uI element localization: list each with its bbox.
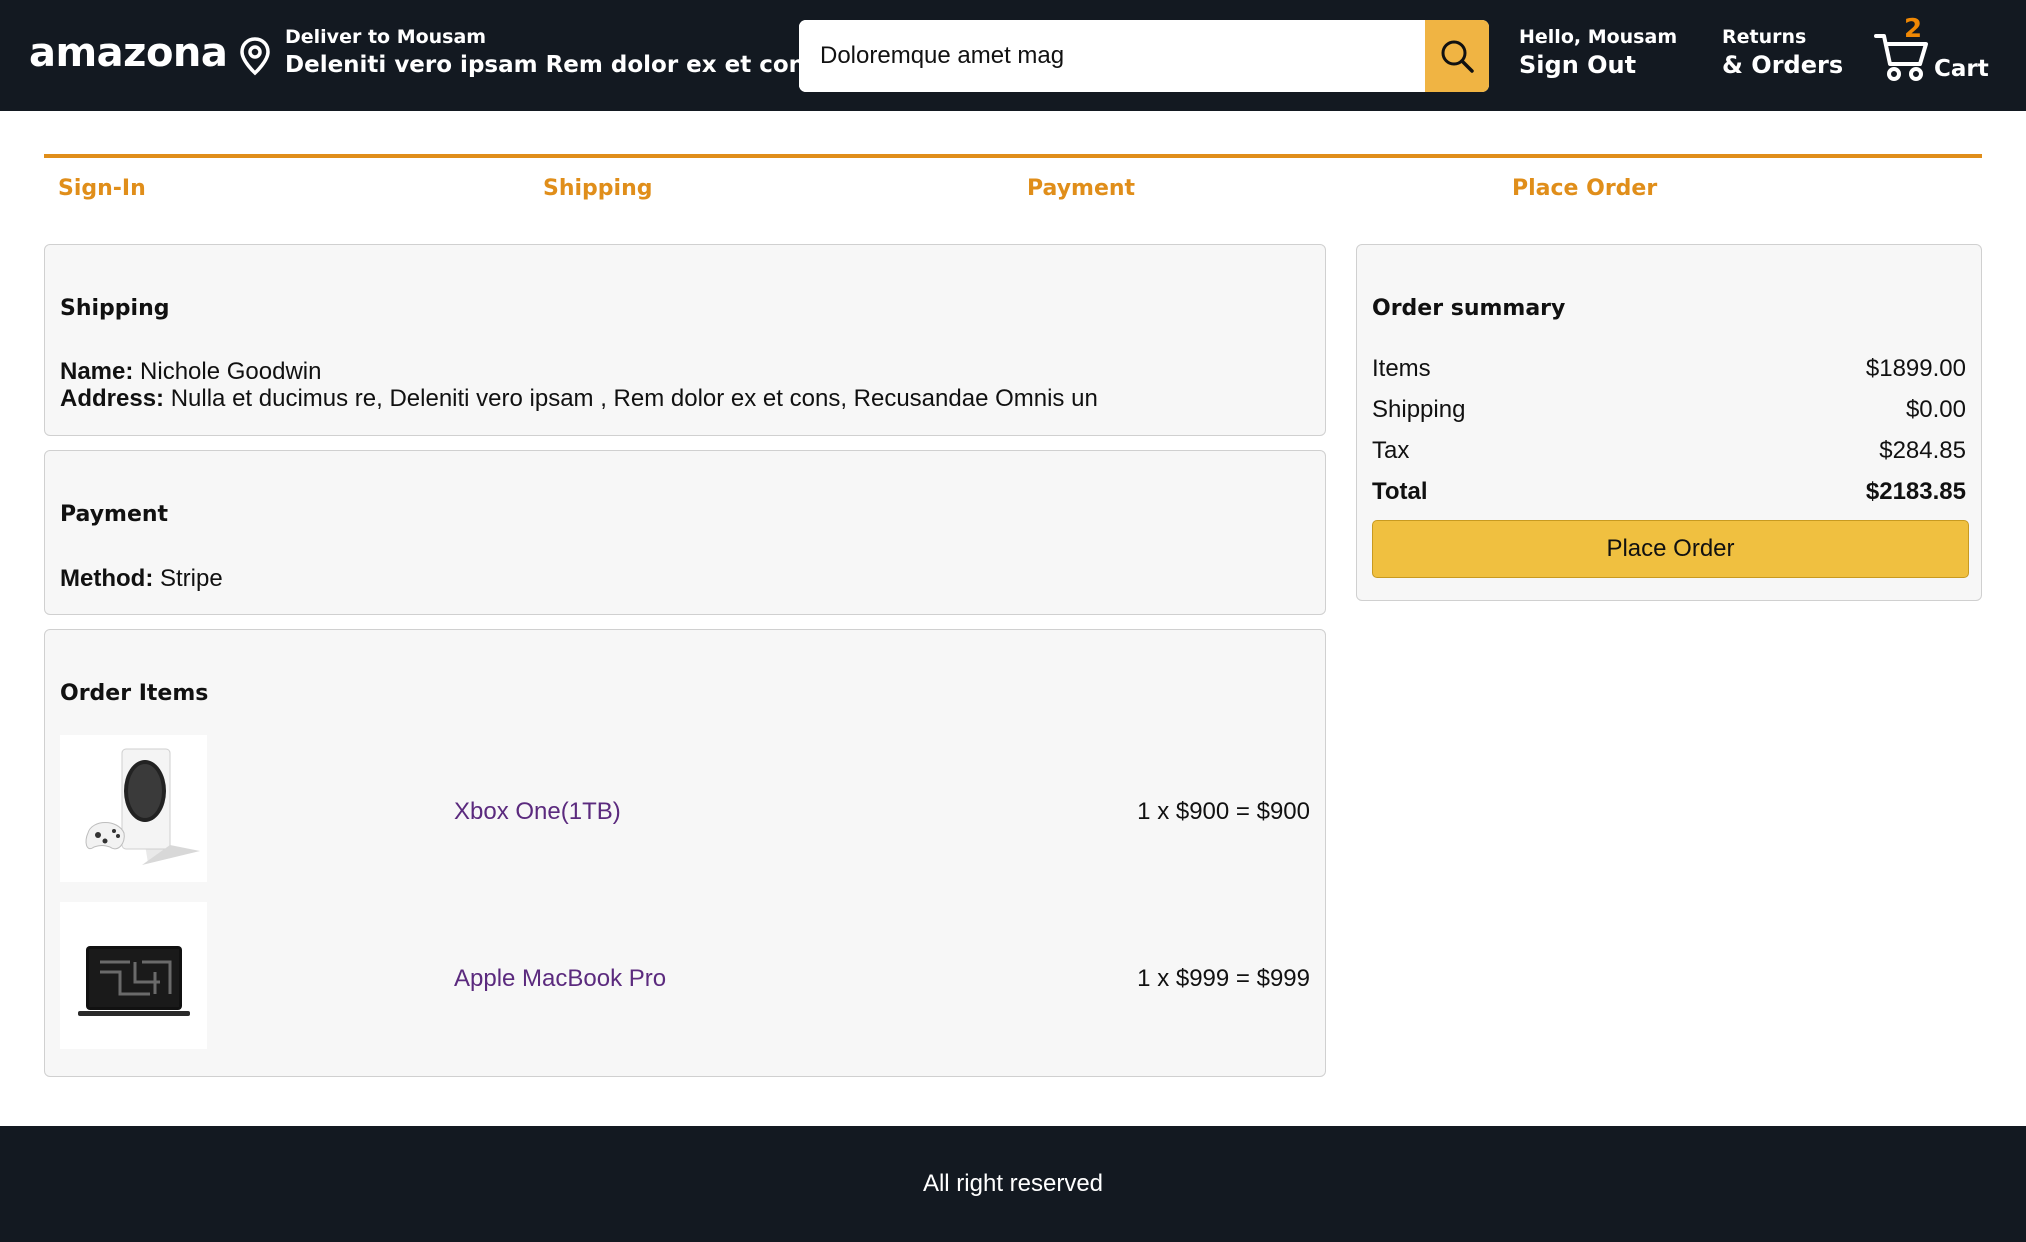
top-nav-bar: amazona Deliver to Mousam Deleniti vero … [0,0,2026,111]
customer-name: Nichole Goodwin [140,358,322,385]
summary-value: $284.85 [1879,437,1966,464]
search-icon [1441,40,1474,73]
place-order-button[interactable]: Place Order [1372,520,1969,578]
summary-value: $1899.00 [1865,355,1966,382]
step-place-order: Place Order [1512,176,1658,201]
macbook-icon [78,946,190,1016]
sign-out-link[interactable]: Sign Out [1519,50,1677,80]
cart-button[interactable]: 2 Cart [1874,14,2014,94]
macbook-image[interactable] [60,902,207,1049]
step-shipping: Shipping [543,176,653,201]
cart-icon [1874,34,1928,81]
summary-total-row: Total $2183.85 [1372,478,1966,506]
footer: All right reserved [0,1126,2026,1242]
payment-method-line: Method: Stripe [60,565,223,593]
shipping-title: Shipping [60,296,170,321]
deliver-to-label: Deliver to Mousam [285,26,487,48]
step-sign-in: Sign-In [58,176,146,201]
payment-card: Payment Method: Stripe [44,450,1326,615]
deliver-to-address[interactable]: Deliver to Mousam Deleniti vero ipsam Re… [285,24,819,80]
footer-text: All right reserved [922,1170,1104,1197]
order-items-title: Order Items [60,681,209,706]
brand-logo[interactable]: amazona [29,30,228,76]
order-item-price: 1 x $999 = $999 [1137,965,1310,992]
customer-address: Nulla et ducimus re, Deleniti vero ipsam… [170,385,1098,412]
location-pin-icon[interactable] [238,36,272,76]
summary-items-row: Items $1899.00 [1372,355,1966,383]
greeting-text: Hello, Mousam [1519,26,1678,48]
xbox-console-image[interactable] [60,735,207,882]
order-item-price: 1 x $900 = $900 [1137,798,1310,825]
search-button[interactable] [1425,20,1489,92]
shipping-address-line: Address: Nulla et ducimus re, Deleniti v… [60,385,1098,413]
search-bar [799,20,1489,92]
order-item-name-link[interactable]: Xbox One(1TB) [454,798,621,826]
returns-orders-link[interactable]: Returns & Orders [1722,24,1843,80]
summary-value: $2183.85 [1865,478,1966,505]
summary-label: Shipping [1372,396,1466,423]
returns-label: Returns [1722,26,1807,48]
summary-tax-row: Tax $284.85 [1372,437,1966,465]
orders-label: & Orders [1722,51,1844,79]
name-label: Name: [60,358,134,385]
step-payment: Payment [1027,176,1136,201]
summary-label: Total [1372,478,1428,505]
summary-label: Tax [1372,437,1410,464]
shipping-card: Shipping Name: Nichole Goodwin Address: … [44,244,1326,436]
payment-title: Payment [60,502,169,527]
cart-label: Cart [1934,56,1989,82]
summary-value: $0.00 [1905,396,1966,423]
order-items-card: Order Items Xbox One(1TB) 1 x $900 = $90… [44,629,1326,1077]
order-summary-title: Order summary [1372,296,1566,321]
method-label: Method: [60,565,154,592]
deliver-address: Deleniti vero ipsam Rem dolor ex et cons [285,52,819,78]
shipping-name-line: Name: Nichole Goodwin [60,358,321,386]
summary-shipping-row: Shipping $0.00 [1372,396,1966,424]
summary-label: Items [1372,355,1431,382]
order-summary-card: Order summary Items $1899.00 Shipping $0… [1356,244,1982,601]
payment-method: Stripe [159,565,223,592]
account-menu[interactable]: Hello, Mousam Sign Out [1519,24,1677,80]
search-input[interactable] [799,20,1425,92]
xbox-console-icon [85,748,200,865]
order-item-name-link[interactable]: Apple MacBook Pro [454,965,666,993]
address-label: Address: [60,385,165,412]
checkout-steps: Sign-In Shipping Payment Place Order [44,154,1982,204]
